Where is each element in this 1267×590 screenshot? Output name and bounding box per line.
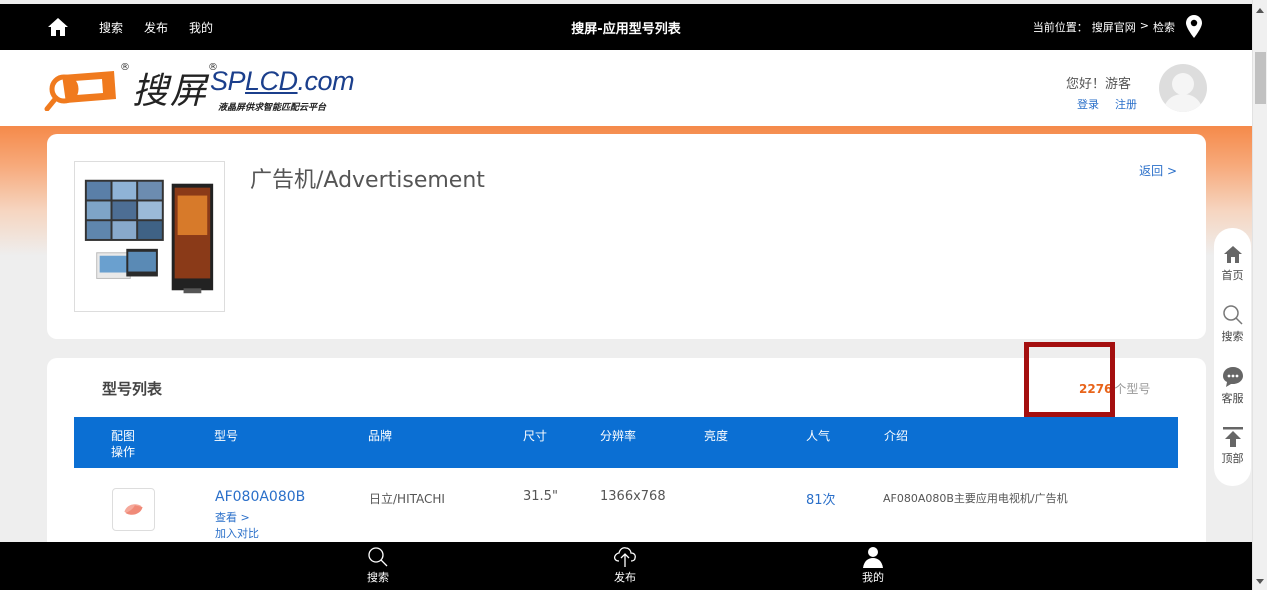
view-link[interactable]: 查看 > [215, 509, 250, 525]
home-icon[interactable] [47, 17, 69, 37]
top-nav: 搜索 发布 我的 [99, 19, 213, 36]
logo-en-lcd: LCD [245, 66, 298, 96]
model-count-number: 2276 [1079, 382, 1113, 396]
model-count: 2276 个型号 [1079, 380, 1150, 397]
page-scrollbar[interactable] [1252, 0, 1267, 590]
chat-bubble-icon [1222, 367, 1243, 387]
side-top-button[interactable]: 顶部 [1214, 426, 1251, 466]
logo-en-com: .com [297, 66, 355, 96]
side-service-label: 客服 [1221, 392, 1244, 405]
bottom-nav-bar: 搜索 发布 我的 [0, 542, 1252, 590]
logo-chinese[interactable]: ®搜屏® [120, 62, 220, 114]
bottom-search-button[interactable]: 搜索 [358, 546, 398, 585]
product-thumbnail[interactable] [112, 488, 155, 531]
scroll-up-arrow-icon[interactable] [1256, 8, 1264, 13]
search-icon [368, 547, 388, 567]
th-brightness[interactable]: 亮度 [704, 427, 728, 444]
user-icon [863, 547, 883, 568]
search-icon [1222, 305, 1243, 325]
category-title: 广告机/Advertisement [250, 168, 485, 193]
popularity-cell: 81次 [806, 493, 836, 508]
cloud-upload-icon [613, 547, 636, 567]
logo-chinese-text: 搜屏 [132, 71, 209, 112]
auth-links: 登录 注册 [1077, 96, 1137, 112]
th-model[interactable]: 型号 [214, 427, 238, 444]
side-home-label: 首页 [1221, 269, 1244, 282]
th-size[interactable]: 尺寸 [523, 427, 547, 444]
logo-en-sp: SP [210, 66, 246, 96]
brand-cell: 日立/HITACHI [369, 492, 445, 506]
bottom-search-label: 搜索 [367, 571, 389, 584]
intro-cell: AF080A080B主要应用电视机/广告机 [883, 492, 1068, 505]
top-nav-mine[interactable]: 我的 [189, 19, 213, 36]
location-pin-icon[interactable] [1186, 15, 1202, 39]
top-nav-publish[interactable]: 发布 [144, 19, 168, 36]
add-compare-link[interactable]: 加入对比 [215, 525, 259, 541]
back-to-top-icon [1222, 427, 1243, 447]
register-link[interactable]: 注册 [1115, 96, 1137, 112]
side-service-button[interactable]: 客服 [1214, 366, 1251, 406]
logo-tagline: 液晶屏供求智能匹配云平台 [218, 103, 327, 113]
model-list-card: 型号列表 2276 个型号 配图 操作 型号 品牌 尺寸 分辨率 亮度 人气 介绍… [47, 358, 1206, 558]
top-nav-search[interactable]: 搜索 [99, 19, 123, 36]
breadcrumb-separator: > [1139, 19, 1149, 32]
logo-registered-mark: ® [120, 62, 132, 73]
th-intro: 介绍 [884, 429, 909, 443]
floating-toolbar: 首页 搜索 客服 顶部 [1214, 228, 1251, 486]
table-row: AF080A080B 查看 > 加入对比 日立/HITACHI 31.5" 13… [74, 482, 1178, 542]
breadcrumb-current: 检索 [1153, 21, 1175, 34]
bottom-publish-label: 发布 [614, 571, 636, 584]
th-image: 配图 [111, 429, 136, 443]
login-link[interactable]: 登录 [1077, 96, 1099, 112]
th-brand[interactable]: 品牌 [368, 427, 392, 444]
avatar[interactable] [1159, 64, 1207, 112]
model-list-title: 型号列表 [102, 380, 163, 398]
size-cell: 31.5" [523, 489, 558, 504]
site-header: ®搜屏® SPLCD.com 液晶屏供求智能匹配云平台 您好！游客 登录 注册 [0, 50, 1252, 126]
top-bar: 搜索 发布 我的 搜屏-应用型号列表 当前位置： 搜屏官网 > 检索 [0, 4, 1252, 50]
back-link[interactable]: 返回 > [1139, 162, 1177, 179]
breadcrumb-site[interactable]: 搜屏官网 [1092, 19, 1136, 35]
resolution-cell: 1366x768 [600, 489, 666, 504]
scroll-down-arrow-icon[interactable] [1256, 579, 1264, 584]
side-top-label: 顶部 [1221, 452, 1244, 465]
placeholder-image-icon [124, 504, 143, 515]
bottom-publish-button[interactable]: 发布 [605, 546, 645, 585]
model-count-unit: 个型号 [1114, 382, 1151, 396]
logo-mark-icon[interactable] [44, 67, 120, 111]
greeting-text: 您好！游客 [1066, 77, 1132, 92]
breadcrumb-prefix: 当前位置： [1032, 21, 1088, 34]
side-search-button[interactable]: 搜索 [1214, 304, 1251, 344]
category-card: 广告机/Advertisement 返回 > [47, 134, 1206, 339]
logo-english[interactable]: SPLCD.com [210, 66, 355, 97]
th-popularity[interactable]: 人气 [806, 427, 830, 444]
bottom-mine-button[interactable]: 我的 [853, 546, 893, 585]
advertisement-display-icon [84, 179, 214, 294]
home-icon [1223, 246, 1242, 263]
th-resolution[interactable]: 分辨率 [600, 427, 636, 444]
th-action: 操作 [111, 445, 136, 459]
side-search-label: 搜索 [1221, 330, 1244, 343]
user-silhouette-icon [1163, 73, 1203, 112]
scrollbar-thumb[interactable] [1255, 52, 1266, 104]
bottom-mine-label: 我的 [862, 571, 884, 584]
side-home-button[interactable]: 首页 [1214, 245, 1251, 283]
category-image [74, 161, 225, 312]
model-link[interactable]: AF080A080B [215, 489, 305, 505]
table-header: 配图 操作 型号 品牌 尺寸 分辨率 亮度 人气 介绍 [74, 417, 1178, 468]
breadcrumb: 当前位置： 搜屏官网 > 检索 [1033, 19, 1175, 35]
